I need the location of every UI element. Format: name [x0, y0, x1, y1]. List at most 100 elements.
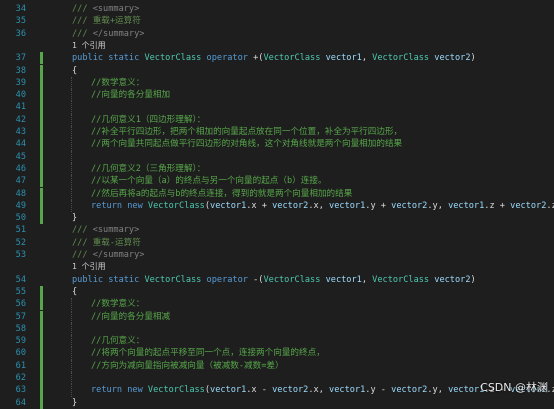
code-token: VectorClass [147, 385, 205, 396]
indent-guide [71, 335, 72, 348]
code-token: operator [206, 53, 248, 64]
code-token: +( [247, 53, 264, 64]
code-text: //向量的各分量相加 [91, 89, 170, 101]
indent-guide [71, 347, 72, 360]
code-token: //方向为减向量指向被减向量（被减数-减数=差） [91, 360, 284, 371]
code-line[interactable]: 62 [0, 372, 554, 385]
code-line[interactable]: 57 //向量的各分量相减 [0, 310, 554, 323]
code-text: /// 重载-运算符 [72, 237, 141, 249]
code-text: /// <summary> [72, 3, 139, 15]
line-number: 55 [15, 286, 26, 297]
code-line[interactable]: 38 { [0, 64, 554, 77]
code-text: /// </summary> [72, 249, 144, 261]
line-number: 43 [15, 127, 26, 137]
code-line[interactable]: 37 public static VectorClass operator +(V… [0, 52, 554, 65]
code-text: //几何意义1（四边形理解）： [91, 114, 205, 126]
code-line[interactable]: 34 /// <summary> [0, 3, 554, 15]
indent-guide [71, 101, 72, 114]
code-line[interactable]: 64} [0, 396, 554, 409]
code-line[interactable]: 52 /// 重载-运算符 [0, 237, 554, 249]
change-indicator-bar [40, 372, 43, 385]
code-line[interactable]: 36 /// </summary> [0, 28, 554, 40]
change-indicator-bar [40, 396, 43, 409]
change-indicator-bar [40, 187, 43, 200]
code-line[interactable]: 55 { [0, 285, 554, 299]
code-token: vector1 [325, 274, 362, 285]
code-text: //补全平行四边形，把两个相加的向量起点放在同一个位置，补全为平行四边形， [91, 126, 402, 138]
code-text: //数学意义： [91, 298, 144, 310]
code-line[interactable]: 61 //方向为减向量指向被减向量（被减数-减数=差） [0, 359, 554, 372]
code-token: .x, [308, 385, 330, 396]
change-indicator-bar [40, 347, 43, 360]
code-line[interactable]: 50} [0, 212, 554, 225]
code-token: vector1 [448, 385, 485, 396]
line-number: 56 [15, 299, 26, 310]
code-token: , [361, 274, 373, 285]
indent-guide [71, 372, 72, 385]
code-token: vector1 [329, 385, 366, 396]
code-text: //数学意义： [91, 77, 144, 89]
line-number: 38 [15, 65, 26, 76]
change-indicator-bar [40, 285, 43, 299]
code-line[interactable]: 60 //将两个向量的起点平移至同一个点，连接两个向量的终点， [0, 347, 554, 360]
code-line[interactable]: 44 //两个向量共同起点做平行四边形的对角线，这个对角线就是两个向量相加的结果 [0, 138, 554, 151]
code-line[interactable]: 46 //几何意义2（三角形理解）： [0, 162, 554, 176]
code-token: </summary> [92, 250, 145, 260]
line-number: 39 [15, 77, 26, 88]
code-text: //几何意义： [91, 335, 144, 347]
reference-count-link[interactable]: 1 个引用 [72, 262, 106, 271]
indent-guide [71, 76, 72, 90]
change-indicator-bar [40, 175, 43, 188]
code-token: .y, [427, 200, 449, 211]
code-token: public static [72, 53, 145, 64]
code-line[interactable]: 43 //补全平行四边形，把两个相加的向量起点放在同一个位置，补全为平行四边形， [0, 126, 554, 139]
code-token: -( [247, 274, 264, 285]
line-number: 57 [15, 311, 26, 322]
change-indicator-bar [40, 162, 43, 176]
code-line[interactable]: 35 /// 重载+运算符 [0, 15, 554, 27]
reference-count-link[interactable]: 1 个引用 [72, 41, 106, 50]
code-line[interactable]: 48 //然后再将a的起点与b的终点连接，得到的就是两个向量相加的结果 [0, 187, 554, 200]
code-text: //几何意义2（三角形理解）： [91, 163, 205, 175]
indent-guide [71, 138, 72, 151]
code-line[interactable]: 54 public static VectorClass operator -(V… [0, 274, 554, 286]
line-number: 40 [15, 90, 26, 101]
code-line[interactable]: 58 [0, 322, 554, 336]
line-number: 60 [15, 348, 26, 359]
indent-guide [71, 113, 72, 126]
code-line[interactable]: 49 return new VectorClass(vector1.x + vec… [0, 199, 554, 213]
code-line[interactable]: 42 //几何意义1（四边形理解）： [0, 113, 554, 126]
code-line[interactable]: 51 /// <summary> [0, 224, 554, 236]
code-editor[interactable]: 34 /// <summary> 35 /// 重载+运算符 36 /// </summa… [0, 0, 554, 409]
line-number: 47 [15, 176, 26, 187]
code-line[interactable]: 40 //向量的各分量相加 [0, 89, 554, 102]
codelens-line[interactable]: 1 个引用 [0, 40, 554, 52]
code-line[interactable]: 63 return new VectorClass(vector1.x - vec… [0, 384, 554, 397]
code-line[interactable]: 39 //数学意义： [0, 76, 554, 90]
code-text: } [72, 212, 77, 224]
code-line[interactable]: 47 //以某一个向量（a）的终点与另一个向量的起点（b）连接。 [0, 175, 554, 188]
code-line[interactable]: 45 [0, 150, 554, 163]
code-token: //然后再将a的起点与b的终点连接，得到的就是两个向量相加的结果 [91, 188, 353, 199]
code-token: vector1 [448, 200, 485, 211]
line-number: 42 [15, 114, 26, 125]
code-token: vector2 [434, 274, 471, 285]
line-number: 51 [15, 225, 26, 236]
code-token: .x, [308, 200, 330, 211]
change-indicator-bar [40, 76, 43, 90]
code-text: /// 重载+运算符 [72, 15, 141, 27]
code-line[interactable]: 59 //几何意义： [0, 335, 554, 348]
code-line[interactable]: 41 [0, 101, 554, 114]
code-text: //向量的各分量相减 [91, 311, 170, 323]
code-text: //将两个向量的起点平移至同一个点，连接两个向量的终点， [91, 347, 325, 359]
indent-guide [71, 384, 72, 397]
code-line[interactable]: 53 /// </summary> [0, 249, 554, 261]
code-token: <summary> [92, 225, 140, 236]
codelens-line[interactable]: 1 个引用 [0, 261, 554, 273]
code-token: /// [72, 225, 93, 236]
code-token: //向量的各分量相加 [91, 90, 171, 101]
line-number: 45 [15, 151, 26, 162]
code-line[interactable]: 56 //数学意义： [0, 298, 554, 311]
change-indicator-bar [40, 113, 43, 126]
indent-guide [71, 175, 72, 188]
